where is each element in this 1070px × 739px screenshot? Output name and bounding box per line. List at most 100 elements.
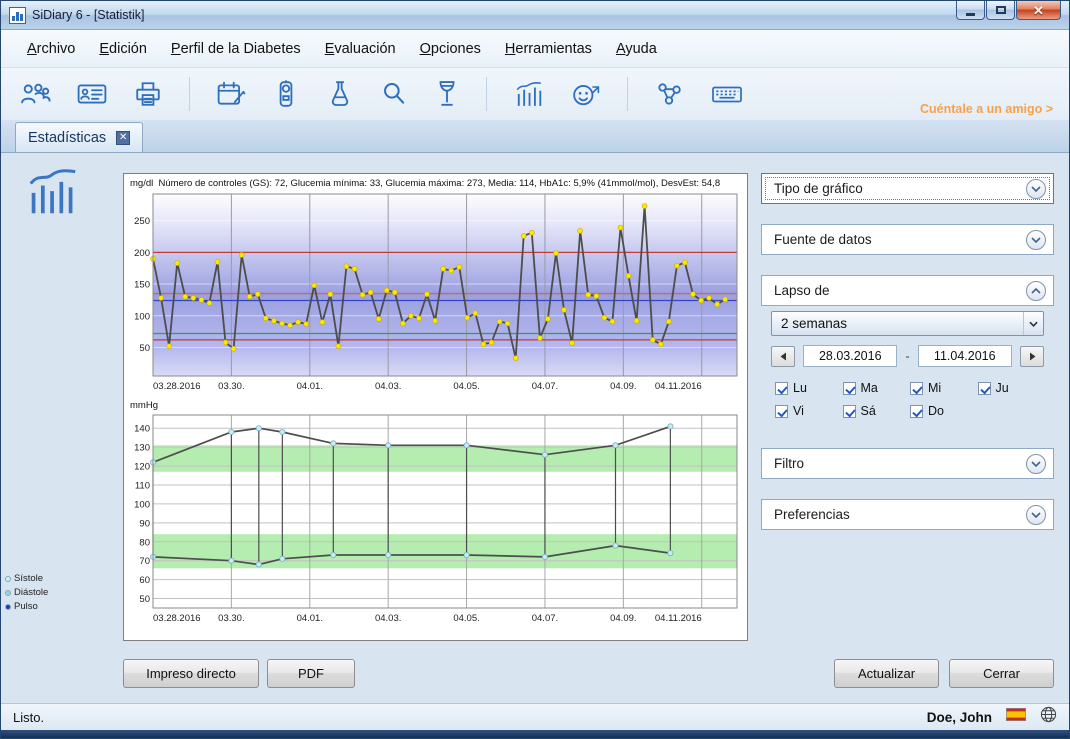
chevron-down-icon[interactable] (1026, 179, 1046, 199)
direct-print-button[interactable]: Impreso directo (123, 659, 259, 688)
pulse-legend-label: Pulso (14, 601, 38, 612)
svg-text:04.01.: 04.01. (297, 613, 323, 624)
maximize-button[interactable] (986, 1, 1015, 20)
tab-bar: Estadísticas ✕ (1, 120, 1069, 153)
svg-text:04.09.: 04.09. (610, 613, 636, 624)
menu-archivo[interactable]: Archivo (17, 36, 85, 62)
legend-item-diastole: Diástole (5, 587, 48, 598)
svg-text:04.03.: 04.03. (375, 613, 401, 624)
checkbox-lu[interactable]: Lu (775, 381, 843, 395)
section-filter[interactable]: Filtro (761, 448, 1054, 479)
section-chart-type-title: Tipo de gráfico (774, 181, 863, 196)
search-icon[interactable] (380, 80, 408, 108)
previous-period-button[interactable] (771, 346, 795, 367)
close-icon: ✕ (1033, 4, 1044, 17)
glucometer-icon[interactable] (272, 80, 300, 108)
printer-icon[interactable] (133, 80, 163, 108)
toolbar-separator (627, 77, 628, 111)
svg-text:120: 120 (134, 461, 150, 472)
diastole-legend-dot (5, 590, 11, 596)
checkbox-checked-icon (775, 382, 788, 395)
menu-edicion[interactable]: Edición (89, 36, 157, 62)
section-preferences[interactable]: Preferencias (761, 499, 1054, 530)
checkbox-checked-icon (775, 405, 788, 418)
bp-unit-label: mmHg (126, 398, 745, 411)
main-area: mg/dl Número de controles (GS): 72, Gluc… (1, 153, 1069, 703)
group-icon[interactable] (19, 80, 51, 108)
tell-a-friend-link[interactable]: Cuéntale a un amigo > (920, 102, 1053, 116)
svg-text:04.05.: 04.05. (453, 381, 479, 392)
svg-text:70: 70 (139, 556, 150, 567)
checkbox-checked-icon (978, 382, 991, 395)
chevron-up-icon[interactable] (1026, 281, 1046, 301)
chevron-down-icon[interactable] (1026, 454, 1046, 474)
glucose-chart: 03.28.201603.30.04.01.04.03.04.05.04.07.… (126, 191, 743, 393)
timespan-select[interactable]: 2 semanas (771, 311, 1044, 336)
checkbox-do[interactable]: Do (910, 404, 978, 418)
checkbox-sa[interactable]: Sá (843, 404, 911, 418)
section-chart-type[interactable]: Tipo de gráfico (761, 173, 1054, 204)
smiley-icon[interactable] (571, 80, 601, 108)
svg-text:03.30.: 03.30. (218, 613, 244, 624)
section-timespan[interactable]: Lapso de (761, 275, 1054, 306)
chevron-down-icon[interactable] (1026, 505, 1046, 525)
checkbox-ju[interactable]: Ju (978, 381, 1046, 395)
date-from-input[interactable] (803, 345, 897, 367)
checkbox-mi[interactable]: Mi (910, 381, 978, 395)
contact-card-icon[interactable] (77, 80, 107, 108)
network-icon[interactable] (654, 80, 684, 108)
checkbox-vi[interactable]: Vi (775, 404, 843, 418)
minimize-button[interactable] (956, 1, 985, 20)
svg-text:04.11.2016: 04.11.2016 (655, 381, 702, 392)
chevron-down-icon[interactable] (1026, 230, 1046, 250)
window-bottom-border (1, 730, 1069, 738)
menu-evaluacion[interactable]: Evaluación (315, 36, 406, 62)
svg-text:50: 50 (139, 343, 150, 354)
select-dropdown-arrow-icon (1023, 312, 1043, 335)
close-window-button[interactable]: Cerrar (949, 659, 1054, 688)
calendar-pen-icon[interactable] (216, 80, 246, 108)
spain-flag-icon[interactable] (1006, 708, 1026, 726)
systole-legend-label: Sístole (14, 573, 43, 584)
svg-text:04.09.: 04.09. (610, 381, 636, 392)
section-filter-title: Filtro (774, 456, 804, 471)
menu-perfil-diabetes[interactable]: Perfil de la Diabetes (161, 36, 311, 62)
menu-herramientas[interactable]: Herramientas (495, 36, 602, 62)
section-data-source[interactable]: Fuente de datos (761, 224, 1054, 255)
title-bar[interactable]: SiDiary 6 - [Statistik] ✕ (1, 1, 1069, 30)
tab-close-icon[interactable]: ✕ (116, 131, 130, 145)
statistics-icon[interactable] (513, 80, 545, 108)
toolbar: Cuéntale a un amigo > (1, 68, 1069, 120)
menu-ayuda[interactable]: Ayuda (606, 36, 667, 62)
checkbox-checked-icon (910, 405, 923, 418)
menu-opciones[interactable]: Opciones (410, 36, 491, 62)
menu-bar: Archivo Edición Perfil de la Diabetes Ev… (1, 30, 1069, 68)
update-button[interactable]: Actualizar (834, 659, 939, 688)
svg-text:100: 100 (134, 311, 150, 322)
toolbar-separator (486, 77, 487, 111)
blood-pressure-chart: 03.28.201603.30.04.01.04.03.04.05.04.07.… (126, 411, 743, 625)
svg-text:60: 60 (139, 575, 150, 586)
svg-text:04.07.: 04.07. (532, 613, 558, 624)
glucose-stats-text: Número de controles (GS): 72, Glucemia m… (159, 178, 721, 189)
maximize-icon (996, 6, 1006, 14)
flask-icon[interactable] (326, 79, 354, 109)
date-to-input[interactable] (918, 345, 1012, 367)
minimize-icon (966, 13, 975, 16)
window-title: SiDiary 6 - [Statistik] (32, 8, 145, 22)
keyboard-icon[interactable] (710, 80, 744, 108)
checkbox-checked-icon (843, 405, 856, 418)
close-button[interactable]: ✕ (1016, 1, 1061, 20)
svg-text:200: 200 (134, 248, 150, 259)
globe-icon[interactable] (1040, 706, 1057, 728)
pdf-button[interactable]: PDF (267, 659, 355, 688)
next-period-button[interactable] (1020, 346, 1044, 367)
svg-text:04.01.: 04.01. (297, 381, 323, 392)
app-icon (9, 7, 26, 24)
checkbox-ma[interactable]: Ma (843, 381, 911, 395)
tab-estadisticas[interactable]: Estadísticas ✕ (15, 122, 143, 152)
current-user-name: Doe, John (927, 710, 992, 725)
section-preferences-title: Preferencias (774, 507, 850, 522)
glass-icon[interactable] (434, 79, 460, 109)
svg-text:80: 80 (139, 537, 150, 548)
